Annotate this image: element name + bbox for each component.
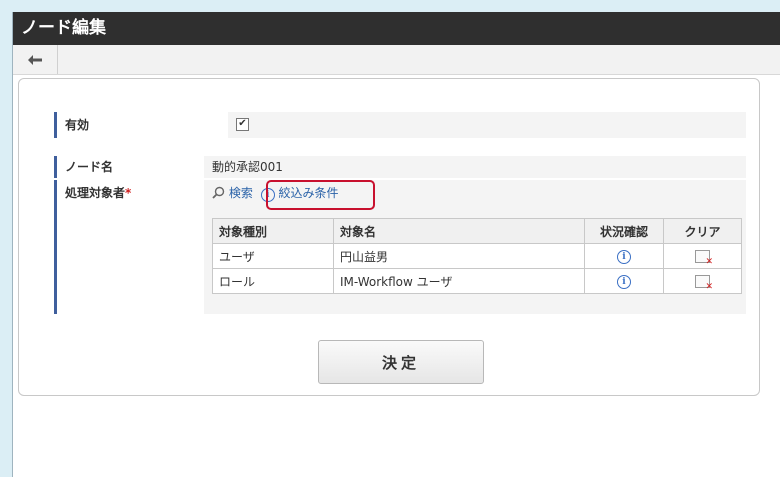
- status-cell: i: [584, 268, 664, 294]
- status-cell: i: [584, 243, 664, 269]
- highlight-box: [266, 180, 375, 210]
- enabled-label: 有効: [54, 112, 202, 138]
- back-button[interactable]: [13, 45, 58, 74]
- column-header-status: 状況確認: [584, 218, 664, 244]
- target-table: 対象種別 対象名 状況確認 クリア ユーザ 円山益男 i ロール IM-Work…: [212, 218, 742, 294]
- enabled-row: 有効 ✔: [54, 112, 746, 138]
- clear-cell: [663, 243, 742, 269]
- toolbar: [13, 45, 780, 75]
- search-link[interactable]: 検索: [212, 186, 257, 200]
- status-info-icon[interactable]: i: [617, 250, 631, 264]
- status-info-icon[interactable]: i: [617, 275, 631, 289]
- table-row: ロール IM-Workflow ユーザ i: [212, 268, 742, 294]
- column-header-clear: クリア: [663, 218, 742, 244]
- clear-icon[interactable]: [695, 250, 713, 267]
- enabled-value: ✔: [228, 112, 746, 138]
- clear-cell: [663, 268, 742, 294]
- decide-button[interactable]: 決定: [318, 340, 484, 384]
- column-header-name: 対象名: [333, 218, 585, 244]
- search-icon: [212, 186, 225, 199]
- arrow-left-icon: [28, 54, 42, 65]
- row-name: 円山益男: [333, 243, 585, 269]
- row-name: IM-Workflow ユーザ: [333, 268, 585, 294]
- window-title: ノード編集: [13, 12, 780, 45]
- enabled-checkbox[interactable]: ✔: [236, 118, 249, 131]
- node-name-row: ノード名 動的承認001: [54, 156, 746, 178]
- node-name-value: 動的承認001: [204, 156, 746, 178]
- processor-label: 処理対象者*: [54, 180, 202, 314]
- column-header-type: 対象種別: [212, 218, 334, 244]
- required-mark: *: [125, 186, 132, 200]
- row-type: ロール: [212, 268, 334, 294]
- table-row: ユーザ 円山益男 i: [212, 243, 742, 269]
- table-header-row: 対象種別 対象名 状況確認 クリア: [212, 218, 742, 244]
- row-type: ユーザ: [212, 243, 334, 269]
- node-name-label: ノード名: [54, 156, 202, 178]
- clear-icon[interactable]: [695, 275, 713, 292]
